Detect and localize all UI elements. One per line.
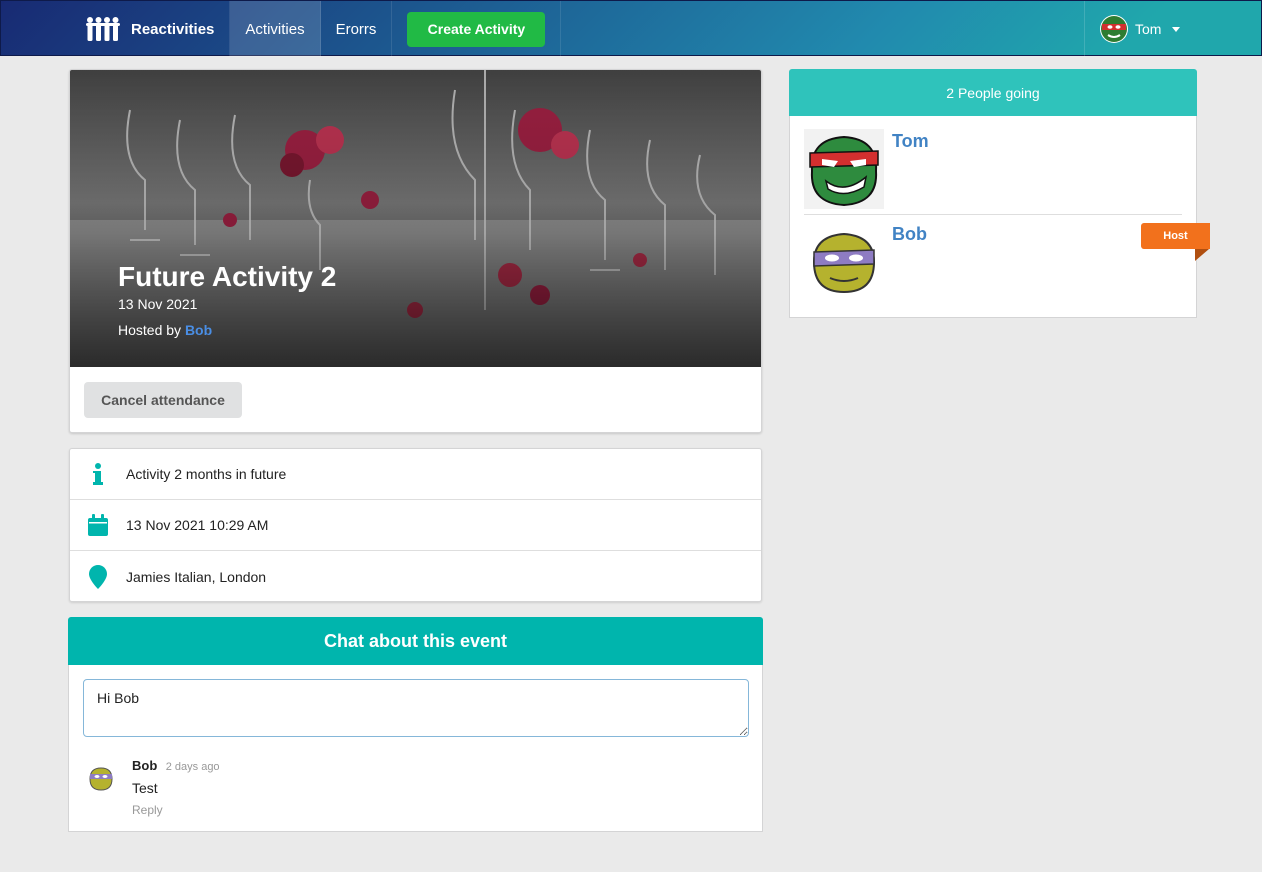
top-navbar: Reactivities Activities Erorrs Create Ac…	[0, 0, 1262, 57]
map-marker-icon	[70, 564, 126, 589]
calendar-icon	[70, 514, 126, 536]
activity-info-card: Activity 2 months in future 13 Nov 2021 …	[69, 448, 762, 602]
attendee-name[interactable]: Bob	[892, 224, 927, 245]
brand-link[interactable]: Reactivities	[71, 1, 231, 57]
attendee-avatar	[804, 129, 884, 209]
activity-datetime: 13 Nov 2021 10:29 AM	[126, 517, 269, 533]
comment-author[interactable]: Bob	[132, 758, 157, 773]
attendees-list: Tom Bob	[789, 116, 1197, 318]
brand-name: Reactivities	[131, 20, 215, 38]
info-icon	[70, 463, 126, 485]
activity-hero-image: Future Activity 2 13 Nov 2021 Hosted by …	[70, 70, 761, 367]
people-logo-icon	[86, 17, 120, 41]
comment-text: Test	[132, 780, 158, 796]
info-row-description: Activity 2 months in future	[70, 449, 761, 500]
hero-text: Future Activity 2 13 Nov 2021 Hosted by …	[118, 260, 336, 338]
activity-header-card: Future Activity 2 13 Nov 2021 Hosted by …	[69, 69, 762, 433]
chat-body: Bob 2 days ago Test Reply	[68, 665, 763, 832]
nav-errors[interactable]: Erorrs	[321, 1, 393, 57]
nav-activities[interactable]: Activities	[230, 1, 321, 57]
activity-title: Future Activity 2	[118, 261, 337, 292]
attendee-item: Bob	[804, 222, 1182, 308]
attendee-name[interactable]: Tom	[892, 131, 929, 152]
hosted-by: Hosted by Bob	[118, 322, 336, 338]
activity-date: 13 Nov 2021	[118, 296, 198, 312]
host-badge: Host	[1141, 223, 1210, 249]
activity-venue: Jamies Italian, London	[126, 568, 267, 585]
create-activity-wrap: Create Activity	[392, 1, 562, 57]
comment-time: 2 days ago	[165, 761, 220, 773]
comment-body: Bob 2 days ago Test Reply	[132, 757, 220, 817]
attendee-item: Tom	[804, 129, 1182, 215]
cancel-attendance-button[interactable]: Cancel attendance	[84, 382, 242, 418]
create-activity-button[interactable]: Create Activity	[407, 11, 546, 47]
chat-header: Chat about this event	[68, 617, 763, 665]
user-name: Tom	[1135, 21, 1162, 37]
hosted-by-label: Hosted by	[118, 322, 182, 338]
info-row-date: 13 Nov 2021 10:29 AM	[70, 500, 761, 551]
dropdown-caret-icon	[1172, 26, 1181, 32]
user-menu[interactable]: Tom	[1084, 1, 1262, 57]
host-badge-fold	[1195, 249, 1209, 261]
attendee-avatar	[804, 222, 884, 302]
activity-description: Activity 2 months in future	[126, 466, 287, 482]
info-row-venue: Jamies Italian, London	[70, 551, 761, 602]
comment-avatar	[87, 765, 115, 793]
attendees-header: 2 People going	[789, 69, 1197, 116]
host-link[interactable]: Bob	[185, 322, 212, 338]
chat-input[interactable]	[83, 679, 749, 737]
comment-reply-link[interactable]: Reply	[132, 803, 220, 817]
user-avatar	[1100, 15, 1128, 43]
